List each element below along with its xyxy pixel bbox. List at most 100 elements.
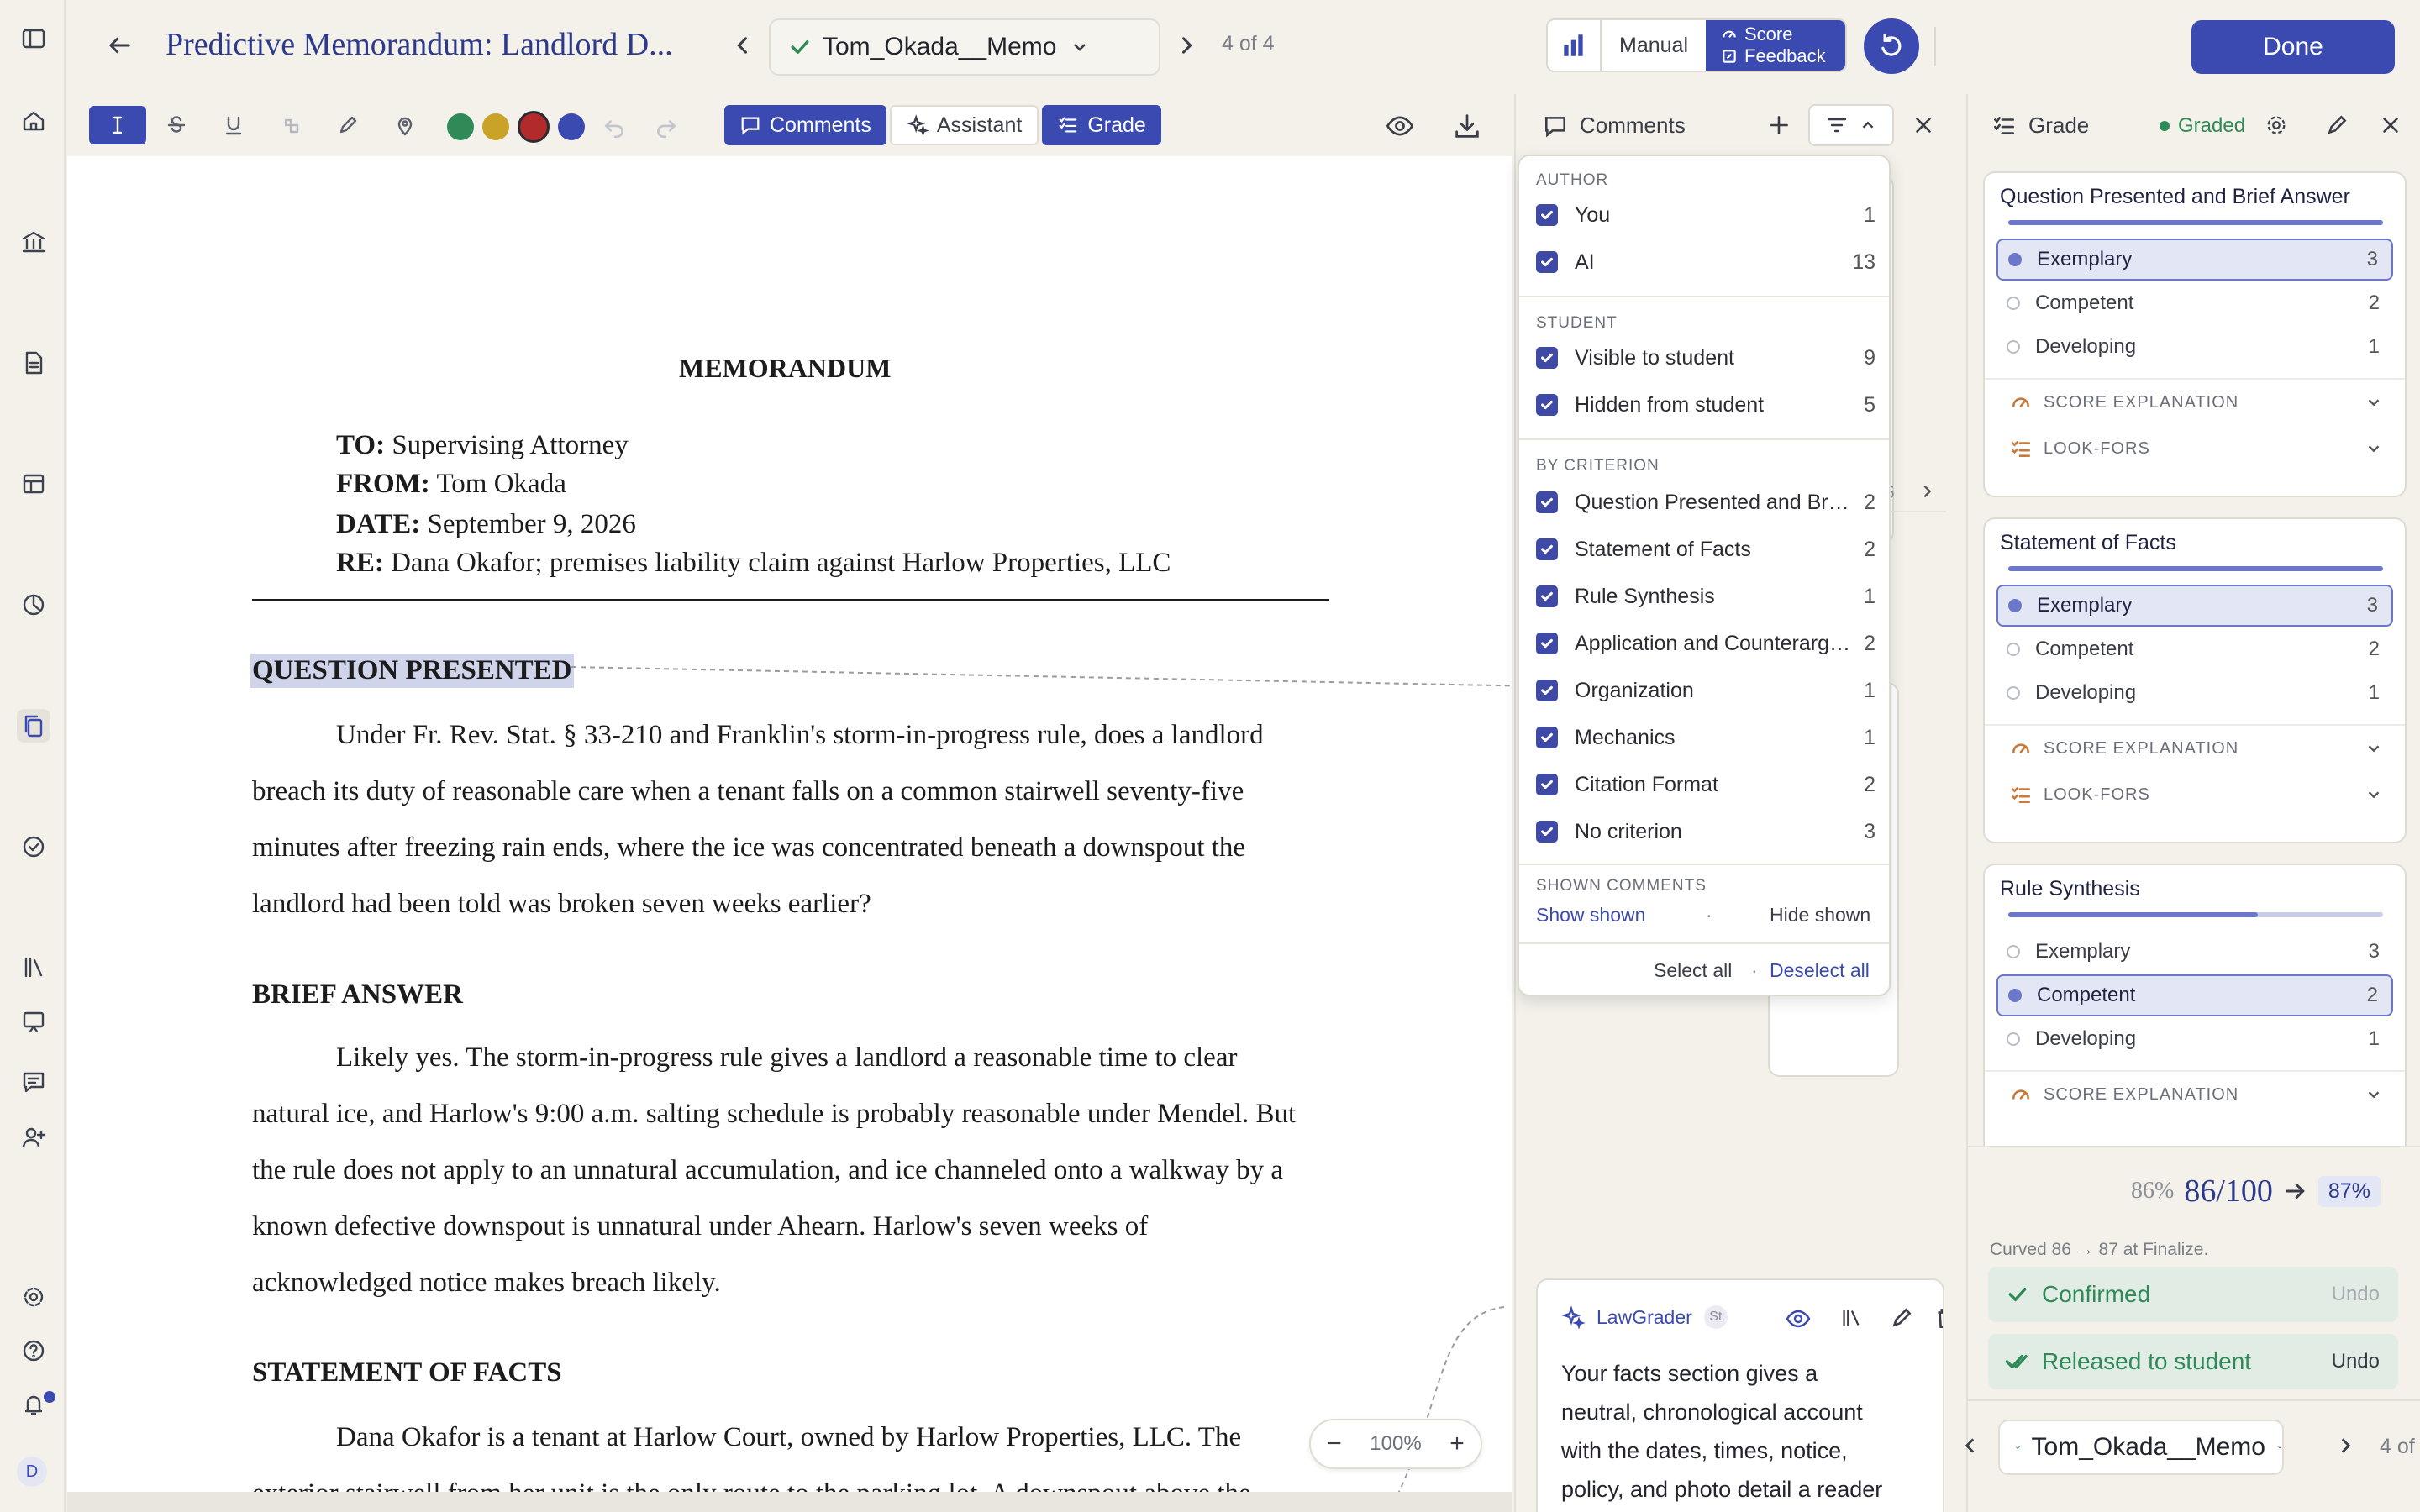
- level-exemplary[interactable]: Exemplary 3: [1996, 585, 2393, 627]
- filter-criterion[interactable]: Statement of Facts 2: [1536, 531, 1876, 568]
- add-comment-icon[interactable]: [1766, 113, 1791, 138]
- color-swatch-red[interactable]: [518, 111, 550, 143]
- ai-comment-card[interactable]: LawGrader St Your facts section gives a …: [1536, 1278, 1944, 1512]
- copy-documents-icon[interactable]: [17, 709, 50, 743]
- undo-confirm-button[interactable]: Undo: [2332, 1283, 2380, 1306]
- level-developing[interactable]: Developing 1: [1996, 1018, 2393, 1060]
- comment-library-icon[interactable]: [1839, 1305, 1864, 1331]
- comment-filter-dropdown: AUTHOR You 1 AI 13 STUDENT Visible to stud…: [1518, 155, 1891, 996]
- add-user-icon[interactable]: [17, 1121, 50, 1154]
- zoom-in-button[interactable]: +: [1434, 1430, 1481, 1458]
- filter-criterion[interactable]: Question Presented and Brief Answer2: [1536, 484, 1876, 521]
- previous-student-icon[interactable]: [1960, 1435, 1981, 1457]
- filter-toggle-button[interactable]: [1808, 104, 1894, 146]
- student-selector-label: Tom_Okada__Memo: [2031, 1433, 2265, 1461]
- area-select-tool[interactable]: [264, 106, 318, 144]
- next-file-icon[interactable]: [1175, 34, 1198, 57]
- edit-note-icon: [1723, 50, 1736, 63]
- checkbox-checked-icon: [1536, 774, 1558, 795]
- file-position: 4 of 4: [1222, 32, 1275, 55]
- table-icon[interactable]: [17, 467, 50, 501]
- select-all-link[interactable]: Select all: [1654, 959, 1732, 982]
- sidebar-toggle-icon[interactable]: [17, 22, 50, 55]
- undo-icon[interactable]: [602, 114, 627, 139]
- filter-author-ai[interactable]: AI 13: [1536, 244, 1876, 281]
- level-competent[interactable]: Competent 2: [1996, 282, 2393, 324]
- grade-settings-icon[interactable]: [2264, 113, 2289, 138]
- tab-assistant[interactable]: Assistant: [889, 105, 1039, 145]
- comment-visibility-icon[interactable]: [1785, 1305, 1812, 1332]
- filter-author-you[interactable]: You 1: [1536, 197, 1876, 234]
- filter-hidden-from-student[interactable]: Hidden from student 5: [1536, 386, 1876, 423]
- comment-delete-icon[interactable]: [1933, 1305, 1943, 1331]
- presentation-icon[interactable]: [17, 1005, 50, 1038]
- close-grade-icon[interactable]: [2378, 113, 2403, 138]
- underline-tool[interactable]: [207, 106, 260, 144]
- score-explanation-toggle[interactable]: SCORE EXPLANATION: [1985, 1070, 2405, 1117]
- score-explanation-toggle[interactable]: SCORE EXPLANATION: [1985, 378, 2405, 425]
- help-icon[interactable]: [17, 1334, 50, 1368]
- level-competent[interactable]: Competent 2: [1996, 974, 2393, 1016]
- filter-criterion[interactable]: Application and Counterarguments2: [1536, 625, 1876, 662]
- close-comments-icon[interactable]: [1911, 113, 1936, 138]
- level-exemplary[interactable]: Exemplary 3: [1996, 931, 2393, 973]
- user-avatar[interactable]: D: [17, 1457, 47, 1487]
- zoom-level: 100%: [1370, 1432, 1422, 1455]
- undo-release-button[interactable]: Undo: [2332, 1350, 2380, 1373]
- deselect-all-link[interactable]: Deselect all: [1770, 959, 1870, 982]
- pin-tool[interactable]: [378, 106, 432, 144]
- look-fors-toggle[interactable]: LOOK-FORS: [1985, 771, 2405, 818]
- home-icon[interactable]: [17, 104, 50, 138]
- file-selector[interactable]: Tom_Okada__Memo: [769, 18, 1160, 76]
- next-student-icon[interactable]: [2334, 1435, 2356, 1457]
- previous-file-icon[interactable]: [731, 34, 755, 57]
- score-explanation-toggle[interactable]: SCORE EXPLANATION: [1985, 724, 2405, 771]
- visibility-eye-icon[interactable]: [1385, 111, 1415, 141]
- statement-of-facts-text: Dana Okafor is a tenant at Harlow Court,…: [252, 1422, 1251, 1492]
- filter-criterion[interactable]: No criterion 3: [1536, 813, 1876, 850]
- notifications-bell-icon[interactable]: [17, 1388, 55, 1421]
- document-icon[interactable]: [17, 346, 50, 380]
- analytics-icon[interactable]: [17, 588, 50, 622]
- settings-gear-icon[interactable]: [17, 1280, 50, 1314]
- mode-score-feedback-button[interactable]: Score Feedback: [1706, 20, 1845, 71]
- check-circle-icon[interactable]: [17, 830, 50, 864]
- color-swatch-green[interactable]: [447, 113, 474, 140]
- back-arrow-icon[interactable]: [104, 30, 134, 60]
- bar-chart-icon[interactable]: [1548, 20, 1602, 71]
- level-exemplary[interactable]: Exemplary 3: [1996, 239, 2393, 281]
- message-icon[interactable]: [17, 1065, 50, 1099]
- filter-criterion[interactable]: Mechanics 1: [1536, 719, 1876, 756]
- filter-criterion[interactable]: Organization 1: [1536, 672, 1876, 709]
- pencil-tool[interactable]: [321, 106, 375, 144]
- color-swatch-yellow[interactable]: [482, 113, 509, 140]
- mode-manual-button[interactable]: Manual: [1602, 34, 1706, 58]
- show-shown-link[interactable]: Show shown: [1536, 904, 1645, 927]
- level-competent[interactable]: Competent 2: [1996, 628, 2393, 670]
- horizontal-scrollbar[interactable]: [67, 1492, 1512, 1512]
- redo-icon[interactable]: [654, 114, 679, 139]
- text-cursor-tool[interactable]: [89, 106, 146, 144]
- filter-visible-to-student[interactable]: Visible to student 9: [1536, 339, 1876, 376]
- hide-shown-link[interactable]: Hide shown: [1770, 904, 1870, 927]
- level-developing[interactable]: Developing 1: [1996, 672, 2393, 714]
- color-swatch-blue[interactable]: [558, 113, 585, 140]
- done-button[interactable]: Done: [2191, 20, 2395, 74]
- comment-edit-icon[interactable]: [1889, 1305, 1914, 1331]
- refresh-button[interactable]: [1864, 18, 1919, 74]
- strikethrough-tool[interactable]: [150, 106, 203, 144]
- zoom-out-button[interactable]: −: [1311, 1430, 1358, 1458]
- library-icon[interactable]: [17, 951, 50, 984]
- filter-criterion[interactable]: Citation Format 2: [1536, 766, 1876, 803]
- tab-comments[interactable]: Comments: [724, 105, 886, 145]
- grade-edit-icon[interactable]: [2324, 113, 2349, 138]
- question-presented-heading[interactable]: QUESTION PRESENTED: [250, 654, 574, 688]
- download-icon[interactable]: [1452, 111, 1482, 141]
- look-fors-toggle[interactable]: LOOK-FORS: [1985, 425, 2405, 472]
- filter-criterion[interactable]: Rule Synthesis 1: [1536, 578, 1876, 615]
- institution-icon[interactable]: [17, 225, 50, 259]
- student-selector[interactable]: Tom_Okada__Memo: [1998, 1420, 2284, 1475]
- stack-next-icon[interactable]: [1918, 482, 1936, 501]
- level-developing[interactable]: Developing 1: [1996, 326, 2393, 368]
- tab-grade[interactable]: Grade: [1042, 105, 1161, 145]
